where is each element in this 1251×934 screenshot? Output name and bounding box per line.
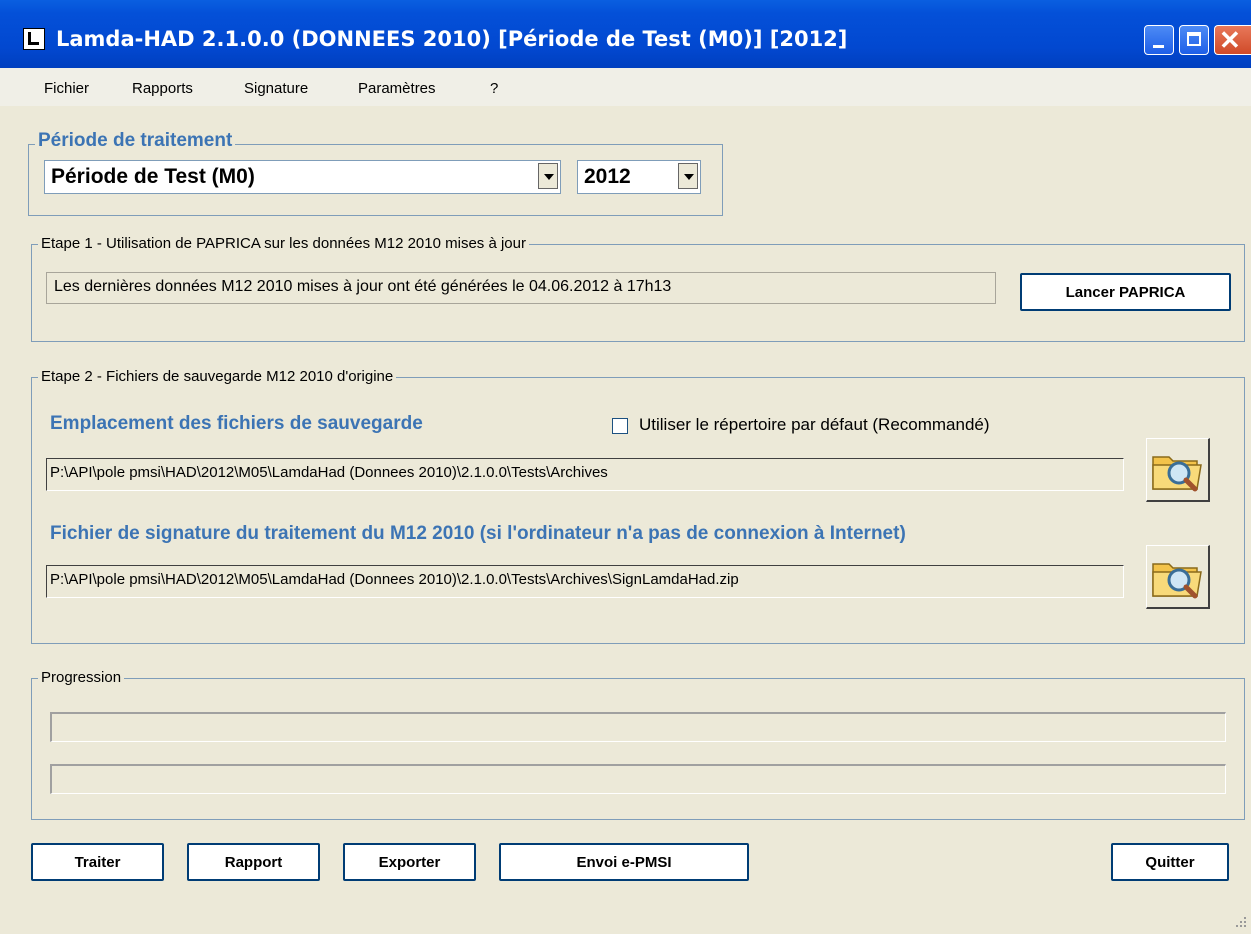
chevron-down-icon[interactable]: [678, 163, 698, 189]
menu-fichier[interactable]: Fichier: [44, 80, 89, 97]
signature-heading: Fichier de signature du traitement du M1…: [50, 523, 906, 544]
traiter-button[interactable]: Traiter: [31, 843, 164, 881]
resize-grip-icon[interactable]: [1232, 915, 1248, 931]
chevron-down-icon[interactable]: [538, 163, 558, 189]
maximize-button[interactable]: [1179, 25, 1209, 55]
progress-bar-1: [50, 712, 1226, 742]
etape1-legend: Etape 1 - Utilisation de PAPRICA sur les…: [38, 235, 529, 252]
window-title: Lamda-HAD 2.1.0.0 (DONNEES 2010) [Périod…: [56, 27, 848, 51]
close-icon: ✕: [1219, 25, 1241, 55]
lancer-paprica-button[interactable]: Lancer PAPRICA: [1020, 273, 1231, 311]
minimize-icon: [1153, 45, 1164, 48]
signature-path-field[interactable]: P:\API\pole pmsi\HAD\2012\M05\LamdaHad (…: [46, 565, 1124, 598]
close-button[interactable]: ✕: [1214, 25, 1251, 55]
period-select[interactable]: Période de Test (M0): [44, 160, 561, 194]
periode-legend: Période de traitement: [35, 130, 236, 152]
exporter-button[interactable]: Exporter: [343, 843, 476, 881]
rapport-button[interactable]: Rapport: [187, 843, 320, 881]
app-icon[interactable]: [23, 28, 45, 50]
menu-help[interactable]: ?: [490, 80, 498, 97]
menu-signature[interactable]: Signature: [244, 80, 308, 97]
period-select-value: Période de Test (M0): [51, 165, 255, 188]
progression-legend: Progression: [38, 669, 125, 686]
location-heading: Emplacement des fichiers de sauvegarde: [50, 413, 423, 434]
progression-group: [31, 678, 1245, 820]
year-select-value: 2012: [584, 165, 631, 188]
quitter-button[interactable]: Quitter: [1111, 843, 1229, 881]
progress-bar-2: [50, 764, 1226, 794]
default-dir-checkbox[interactable]: [612, 418, 628, 434]
title-bar[interactable]: Lamda-HAD 2.1.0.0 (DONNEES 2010) [Périod…: [0, 0, 1251, 68]
year-select[interactable]: 2012: [577, 160, 701, 194]
menu-bar: Fichier Rapports Signature Paramètres ?: [0, 68, 1251, 106]
minimize-button[interactable]: [1144, 25, 1174, 55]
menu-rapports[interactable]: Rapports: [132, 80, 193, 97]
envoi-epmsi-button[interactable]: Envoi e-PMSI: [499, 843, 749, 881]
default-dir-label[interactable]: Utiliser le répertoire par défaut (Recom…: [639, 415, 990, 435]
folder-search-icon: [1152, 563, 1202, 599]
folder-search-icon: [1152, 456, 1202, 492]
maximize-icon: [1187, 32, 1201, 46]
location-path-field[interactable]: P:\API\pole pmsi\HAD\2012\M05\LamdaHad (…: [46, 458, 1124, 491]
status-bar: [0, 900, 1251, 934]
paprica-status-text: Les dernières données M12 2010 mises à j…: [46, 272, 996, 304]
etape2-legend: Etape 2 - Fichiers de sauvegarde M12 201…: [38, 368, 397, 385]
browse-location-button[interactable]: [1146, 438, 1210, 502]
browse-signature-button[interactable]: [1146, 545, 1210, 609]
menu-parametres[interactable]: Paramètres: [358, 80, 436, 97]
